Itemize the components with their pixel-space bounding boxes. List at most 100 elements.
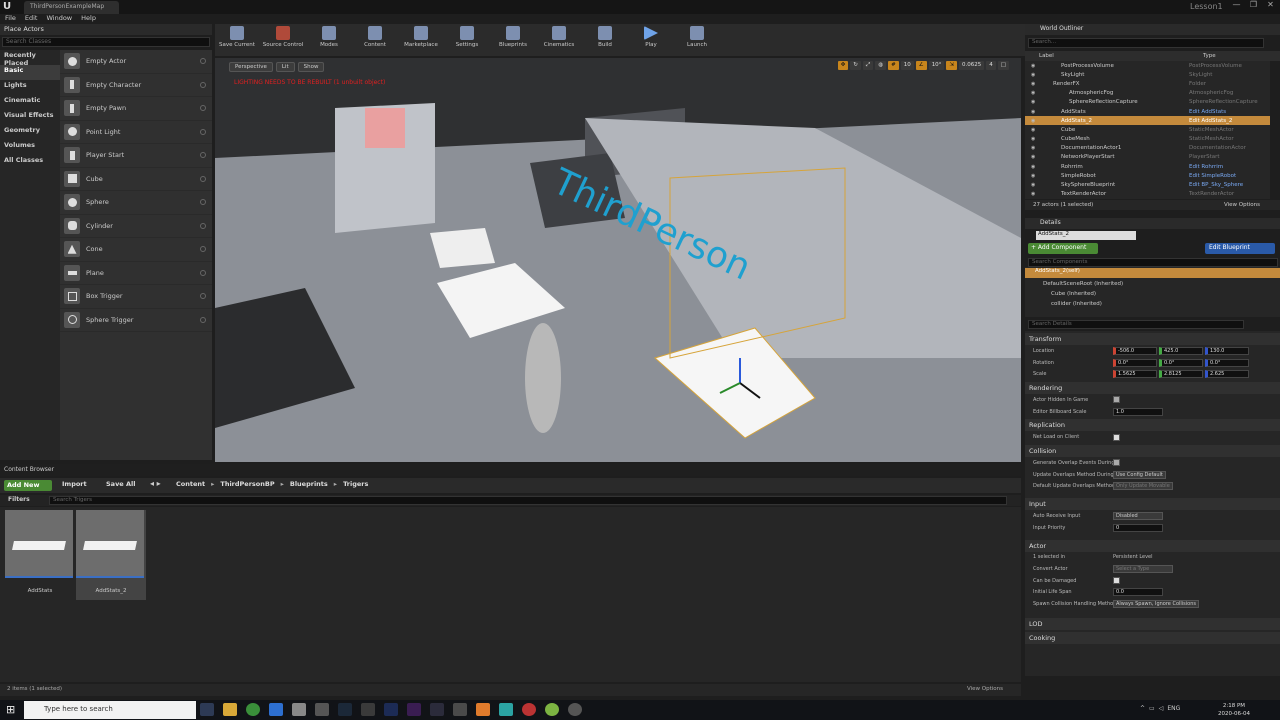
app-icon[interactable] [430,703,444,716]
visibility-eye-icon[interactable]: ◉ [1031,154,1039,160]
details-tab[interactable]: Details [1025,218,1280,229]
app-icon[interactable] [315,703,329,716]
gen-overlap-checkbox[interactable] [1113,459,1120,467]
section-replication[interactable]: Replication [1025,419,1280,432]
world-outliner-tab[interactable]: World Outliner [1025,24,1280,35]
info-icon[interactable] [200,222,206,229]
billboard-scale-field[interactable]: 1.0 [1113,407,1163,416]
component-collider[interactable]: collider (Inherited) [1025,301,1280,311]
location-x-field[interactable]: -506.0 [1113,346,1157,355]
app-icon[interactable] [499,703,513,716]
section-cooking[interactable]: Cooking [1025,632,1280,644]
category-visual-effects[interactable]: Visual Effects [0,110,60,125]
scale-snap-value[interactable]: 0.0625 [959,61,985,70]
visibility-eye-icon[interactable]: ◉ [1031,136,1039,142]
rotation-snap-value[interactable]: 10° [928,61,945,70]
auto-receive-dropdown[interactable]: Disabled [1113,512,1163,521]
section-collision[interactable]: Collision [1025,445,1280,458]
menu-file[interactable]: File [5,14,16,24]
outliner-row[interactable]: ◉ NetworkPlayerStart PlayerStart [1025,153,1270,162]
import-button[interactable]: Import [62,480,87,488]
outliner-row[interactable]: ◉ RenderFX Folder [1025,79,1270,88]
blender-icon[interactable] [476,703,490,716]
scale-y-field[interactable]: 2.8125 [1159,370,1203,379]
rotation-snap-icon[interactable]: ∠ [915,61,927,70]
maximize-viewport-icon[interactable]: □ [997,61,1009,70]
info-icon[interactable] [200,199,206,206]
input-priority-field[interactable]: 0 [1113,523,1163,532]
photoshop-icon[interactable] [384,703,398,716]
breadcrumb-trigers[interactable]: Trigers [343,480,368,488]
chrome-icon[interactable] [246,703,260,716]
rotation-x-field[interactable]: 0.0° [1113,358,1157,367]
visibility-eye-icon[interactable]: ◉ [1031,118,1039,124]
can-be-damaged-checkbox[interactable] [1113,577,1120,585]
premiere-icon[interactable] [407,703,421,716]
actor-name-field[interactable]: AddStats_2 [1036,231,1136,240]
update-overlaps-dropdown[interactable]: Use Config Default [1113,470,1166,479]
level-tab[interactable]: ThirdPersonExampleMap [24,1,119,14]
volume-icon[interactable]: ◁ [1159,705,1164,712]
visibility-eye-icon[interactable]: ◉ [1031,164,1039,170]
rotate-tool-icon[interactable]: ↻ [850,61,861,70]
outliner-row-type[interactable]: Edit BP_Sky_Sphere [1189,182,1243,188]
history-nav[interactable]: ◂ ▸ [150,479,161,488]
launch-button[interactable]: Launch [679,24,715,56]
net-load-checkbox[interactable] [1113,433,1120,441]
actor-item-cube[interactable]: Cube [60,168,212,191]
menu-help[interactable]: Help [81,14,96,24]
outliner-row-type[interactable]: Edit SimpleRobot [1189,173,1236,179]
content-browser-tab[interactable]: Content Browser [0,464,1021,476]
info-icon[interactable] [200,269,206,276]
source-control-button[interactable]: Source Control [263,24,303,56]
taskbar-clock[interactable]: 2:18 PM 2020-06-04 [1218,702,1250,718]
category-cinematic[interactable]: Cinematic [0,95,60,110]
outliner-row[interactable]: ◉ AddStats Edit AddStats [1025,107,1270,116]
details-search-input[interactable]: Search Details [1028,320,1244,329]
content-view-options-button[interactable]: View Options [967,686,1003,692]
perspective-button[interactable]: Perspective [229,62,273,72]
content-button[interactable]: Content [357,24,393,56]
visibility-eye-icon[interactable]: ◉ [1031,63,1039,69]
scale-snap-icon[interactable]: ⇲ [946,61,958,70]
info-icon[interactable] [200,152,206,159]
category-volumes[interactable]: Volumes [0,140,60,155]
category-geometry[interactable]: Geometry [0,125,60,140]
back-arrow-icon[interactable]: ◂ [150,479,154,488]
outliner-row[interactable]: ◉ TextRenderActor TextRenderActor [1025,190,1270,199]
outliner-row[interactable]: ◉ SimpleRobot Edit SimpleRobot [1025,171,1270,180]
component-self[interactable]: AddStats_2(self) [1025,268,1280,278]
section-transform[interactable]: Transform [1025,333,1280,345]
actor-item-empty-pawn[interactable]: Empty Pawn [60,97,212,121]
outliner-row[interactable]: ◉ SkySphereBlueprint Edit BP_Sky_Sphere [1025,180,1270,189]
tray-arrow-icon[interactable]: ^ [1140,705,1145,712]
app-icon[interactable] [568,703,582,716]
actor-item-box-trigger[interactable]: Box Trigger [60,285,212,309]
visibility-eye-icon[interactable]: ◉ [1031,109,1039,115]
visibility-eye-icon[interactable]: ◉ [1031,90,1039,96]
marketplace-button[interactable]: Marketplace [403,24,439,56]
app-icon[interactable] [545,703,559,716]
info-icon[interactable] [200,81,206,88]
outliner-search-input[interactable]: Search... [1028,38,1264,48]
info-icon[interactable] [200,128,206,135]
actor-item-plane[interactable]: Plane [60,262,212,285]
menu-window[interactable]: Window [46,14,72,24]
actor-item-point-light[interactable]: Point Light [60,121,212,144]
component-default-scene-root[interactable]: DefaultSceneRoot (Inherited) [1025,281,1280,291]
category-all-classes[interactable]: All Classes [0,155,60,170]
breadcrumb-content[interactable]: Content [176,480,205,488]
unreal-engine-icon[interactable] [453,703,467,716]
actor-hidden-checkbox[interactable] [1113,396,1120,404]
outliner-row[interactable]: ◉ PostProcessVolume PostProcessVolume [1025,61,1270,70]
visibility-eye-icon[interactable]: ◉ [1031,182,1039,188]
actor-item-empty-actor[interactable]: Empty Actor [60,50,212,74]
outliner-row[interactable]: ◉ DocumentationActor1 DocumentationActor [1025,144,1270,153]
section-lod[interactable]: LOD [1025,618,1280,630]
steam-icon[interactable] [338,703,352,716]
actor-item-sphere-trigger[interactable]: Sphere Trigger [60,309,212,332]
outliner-row[interactable]: ◉ AddStats_2 Edit AddStats_2 [1025,116,1270,126]
outliner-row[interactable]: ◉ CubeMesh StaticMeshActor [1025,135,1270,144]
column-label[interactable]: Label [1039,53,1054,59]
app-icon[interactable] [292,703,306,716]
